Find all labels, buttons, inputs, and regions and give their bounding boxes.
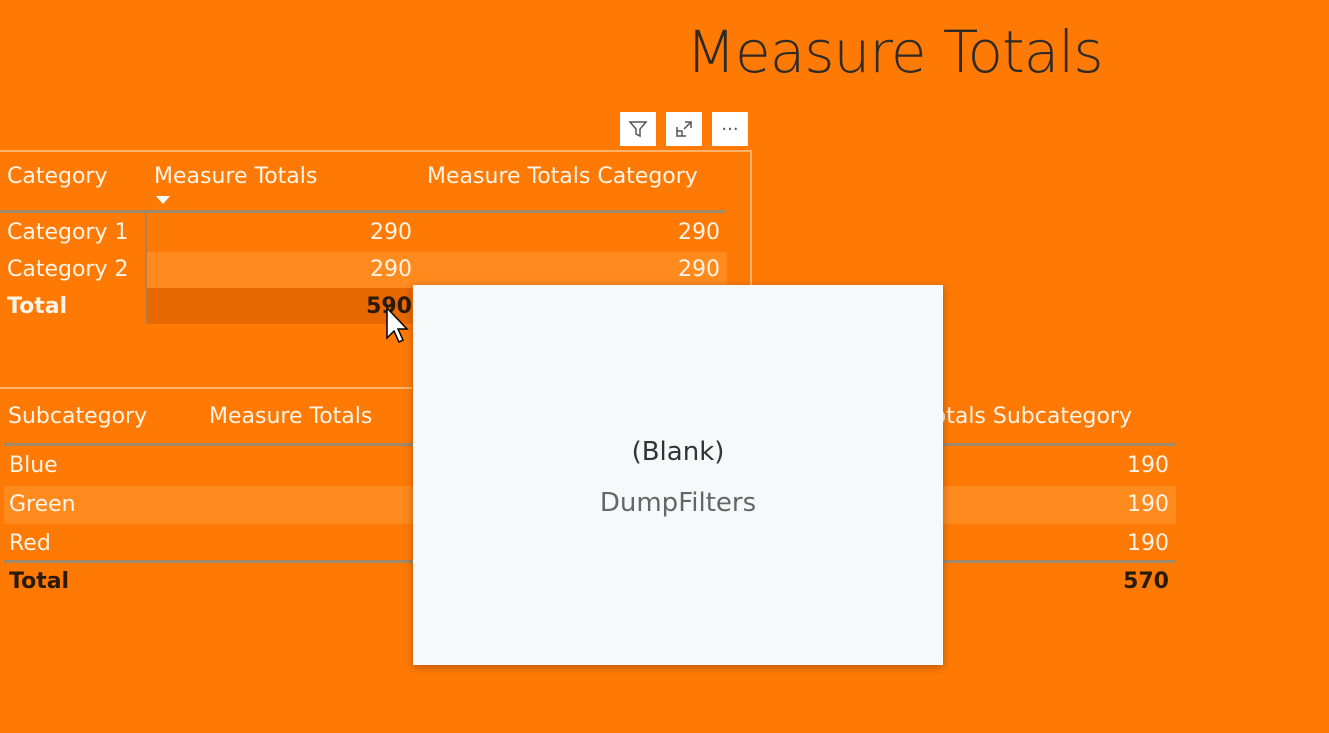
mouse-cursor-icon bbox=[386, 306, 409, 344]
sort-descending-icon[interactable] bbox=[156, 196, 170, 204]
total-label: Total bbox=[7, 294, 68, 319]
column-header-measure-totals-category[interactable]: Measure Totals Category bbox=[427, 164, 698, 189]
cell: 290 bbox=[370, 257, 412, 282]
tooltip: (Blank) DumpFilters bbox=[413, 285, 943, 665]
cell: 190 bbox=[1127, 492, 1169, 517]
row-label[interactable]: Red bbox=[9, 531, 51, 556]
column-header-measure-totals[interactable]: Measure Totals bbox=[209, 404, 372, 429]
visual-border bbox=[0, 150, 752, 152]
row-label[interactable]: Blue bbox=[9, 453, 58, 478]
total-label: Total bbox=[9, 569, 70, 594]
row-label[interactable]: Green bbox=[9, 492, 76, 517]
page-title: Measure Totals bbox=[686, 18, 1104, 86]
column-header-category[interactable]: Category bbox=[7, 164, 108, 189]
cell: 290 bbox=[678, 220, 720, 245]
row-label[interactable]: Category 1 bbox=[7, 220, 128, 245]
visual-border bbox=[0, 387, 412, 389]
row-label[interactable]: Category 2 bbox=[7, 257, 128, 282]
column-header-measure-totals[interactable]: Measure Totals bbox=[154, 164, 317, 189]
total-cell: 570 bbox=[1123, 569, 1169, 594]
more-options-icon[interactable]: ··· bbox=[712, 112, 748, 146]
cell: 190 bbox=[1127, 531, 1169, 556]
visual-border bbox=[750, 150, 752, 290]
header-divider bbox=[0, 210, 726, 213]
focus-mode-icon[interactable] bbox=[666, 112, 702, 146]
tooltip-value: (Blank) bbox=[631, 437, 725, 467]
filter-icon[interactable] bbox=[620, 112, 656, 146]
cell: 290 bbox=[370, 220, 412, 245]
tooltip-label: DumpFilters bbox=[599, 488, 757, 518]
column-header-subcategory[interactable]: Subcategory bbox=[8, 404, 147, 429]
cell: 290 bbox=[678, 257, 720, 282]
cell: 190 bbox=[1127, 453, 1169, 478]
